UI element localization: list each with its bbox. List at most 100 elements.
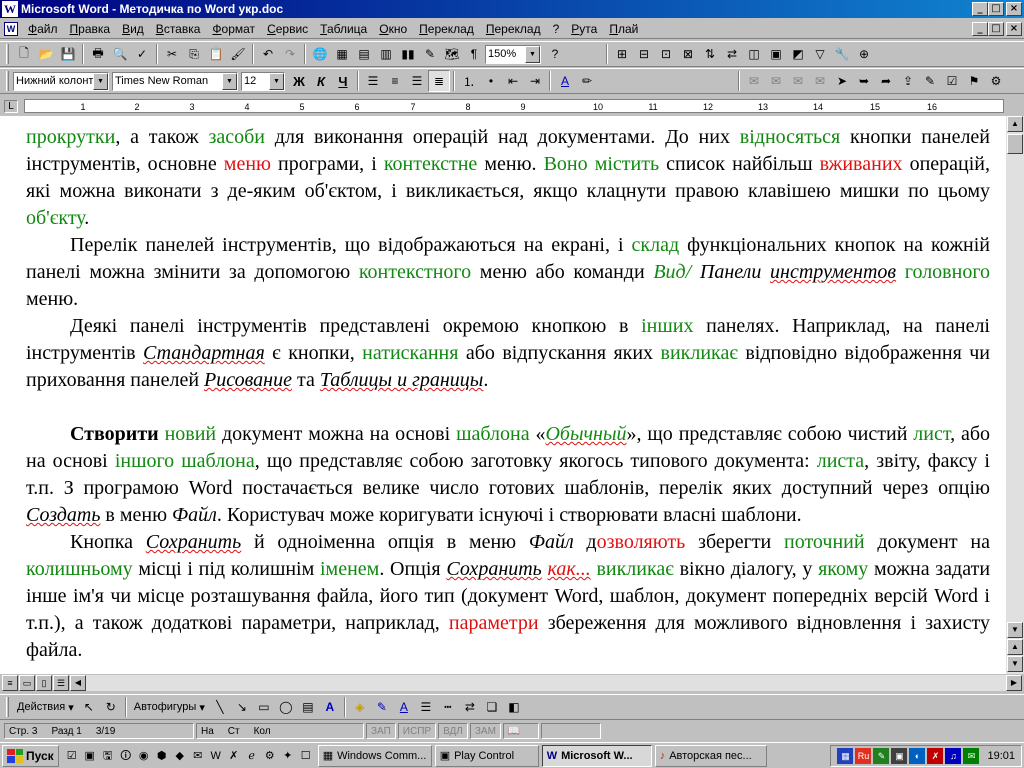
word-app-icon[interactable]: W — [2, 1, 18, 17]
checkbox-icon[interactable]: ☑ — [941, 70, 963, 92]
print-preview-icon[interactable]: 🔍 — [109, 43, 131, 65]
web-view-icon[interactable]: ▭ — [19, 675, 35, 691]
toolbar-format-extra-icon-8[interactable]: ⇪ — [897, 70, 919, 92]
fill-color-icon[interactable]: ◈ — [349, 696, 371, 718]
tray-icon[interactable]: ✗ — [927, 748, 944, 764]
menu-ruta[interactable]: Рута — [565, 22, 603, 36]
minimize-button[interactable]: _ — [972, 2, 988, 16]
line-color-icon[interactable]: ✎ — [371, 696, 393, 718]
spelling-icon[interactable]: ✓ — [131, 43, 153, 65]
tray-icon[interactable]: ▣ — [891, 748, 908, 764]
close-button[interactable]: × — [1006, 2, 1022, 16]
status-mode-rec[interactable]: ЗАП — [366, 723, 396, 739]
toolbar-format-extra-icon-7[interactable]: ➦ — [875, 70, 897, 92]
spelling-status-icon[interactable]: 📖 — [502, 723, 539, 739]
doc-close-button[interactable]: × — [1006, 22, 1022, 36]
open-folder-icon[interactable]: 📂 — [35, 43, 57, 65]
toolbar-format-extra-icon-4[interactable]: ✉ — [809, 70, 831, 92]
toolbar-format-extra-icon-2[interactable]: ✉ — [765, 70, 787, 92]
document-icon[interactable]: W — [4, 21, 18, 36]
start-button[interactable]: Пуск — [2, 744, 59, 767]
3d-icon[interactable]: ◧ — [503, 696, 525, 718]
line-style-icon[interactable]: ☰ — [415, 696, 437, 718]
task-windows-commander[interactable]: ▦ Windows Comm... — [317, 744, 432, 767]
font-select[interactable]: Times New Roman ▼ — [112, 71, 238, 91]
scroll-down-icon[interactable]: ▼ — [1007, 622, 1023, 638]
toolbar-extra-icon-10[interactable]: ▽ — [809, 43, 831, 65]
quicklaunch-icon[interactable]: ☐ — [297, 747, 315, 765]
toolbar-format-extra-icon-3[interactable]: ✉ — [787, 70, 809, 92]
toolbar-extra-icon-2[interactable]: ⊟ — [633, 43, 655, 65]
menu-play[interactable]: Плай — [603, 22, 644, 36]
menu-translate-2[interactable]: Переклад — [480, 22, 547, 36]
task-microsoft-word[interactable]: W Microsoft W... — [541, 744, 652, 767]
menu-insert[interactable]: Вставка — [150, 22, 207, 36]
tray-icon[interactable]: ◐ — [909, 748, 926, 764]
horizontal-scrollbar[interactable] — [86, 675, 1006, 691]
decrease-indent-icon[interactable]: ⇤ — [502, 70, 524, 92]
align-right-icon[interactable]: ☰ — [406, 70, 428, 92]
actions-menu[interactable]: Действия ▾ — [13, 701, 78, 714]
ruler[interactable]: L 1 2 3 4 5 6 7 8 9 10 11 12 13 14 15 16 — [0, 96, 1024, 116]
justify-icon[interactable]: ≣ — [428, 70, 450, 92]
task-author-song[interactable]: ♪ Авторская пес... — [654, 744, 767, 767]
status-mode-ext[interactable]: ВДЛ — [438, 723, 468, 739]
cut-icon[interactable]: ✂ — [161, 43, 183, 65]
menu-format[interactable]: Формат — [206, 22, 261, 36]
maximize-button[interactable]: □ — [988, 2, 1004, 16]
toolbar-extra-icon-3[interactable]: ⊡ — [655, 43, 677, 65]
menu-view[interactable]: Вид — [116, 22, 150, 36]
menu-edit[interactable]: Правка — [64, 22, 117, 36]
tray-icon[interactable]: ✎ — [873, 748, 890, 764]
toolbar-grip[interactable] — [6, 44, 9, 64]
toolbar-extra-icon-11[interactable]: ⊕ — [853, 43, 875, 65]
tray-icon[interactable]: ✉ — [963, 748, 980, 764]
highlight-icon[interactable]: ✏ — [576, 70, 598, 92]
menu-help[interactable]: ? — [547, 22, 566, 36]
quicklaunch-icon[interactable]: ℯ — [243, 747, 261, 765]
select-objects-icon[interactable]: ↖ — [78, 696, 100, 718]
quicklaunch-icon[interactable]: ◆ — [171, 747, 189, 765]
toolbar-extra-icon-9[interactable]: ◩ — [787, 43, 809, 65]
zoom-select[interactable]: 150% ▼ — [485, 44, 541, 64]
toolbar-format-extra-icon-6[interactable]: ➥ — [853, 70, 875, 92]
toolbar-extra-icon-4[interactable]: ⊠ — [677, 43, 699, 65]
undo-icon[interactable]: ↶ — [257, 43, 279, 65]
underline-button[interactable]: Ч — [332, 70, 354, 92]
italic-button[interactable]: К — [310, 70, 332, 92]
quicklaunch-icon[interactable]: ✉ — [189, 747, 207, 765]
task-play-control[interactable]: ▣ Play Control — [434, 744, 539, 767]
menu-window[interactable]: Окно — [373, 22, 413, 36]
outline-view-icon[interactable]: ☰ — [53, 675, 69, 691]
rectangle-icon[interactable]: ▭ — [253, 696, 275, 718]
toolbar-format-extra-icon-11[interactable]: ⚙ — [985, 70, 1007, 92]
help-icon[interactable]: ? — [544, 43, 566, 65]
quicklaunch-icon[interactable]: ▣ — [81, 747, 99, 765]
document-page[interactable]: прокрутки, а також засоби для виконання … — [26, 124, 990, 664]
quicklaunch-icon[interactable]: ✦ — [279, 747, 297, 765]
copy-icon[interactable]: ⎘ — [183, 43, 205, 65]
doc-restore-button[interactable]: □ — [988, 22, 1004, 36]
quicklaunch-icon[interactable]: ⚙ — [261, 747, 279, 765]
tab-selector[interactable]: L — [4, 100, 18, 113]
print-icon[interactable]: 🖶 — [87, 43, 109, 65]
show-hide-icon[interactable]: ¶ — [463, 43, 485, 65]
page-view-icon[interactable]: ▯ — [36, 675, 52, 691]
arrow-style-icon[interactable]: ⇄ — [459, 696, 481, 718]
quicklaunch-icon[interactable]: 🖫 — [99, 747, 117, 765]
numbering-icon[interactable]: ⒈ — [458, 70, 480, 92]
new-document-icon[interactable]: 🗋 — [13, 43, 35, 65]
hyperlink-icon[interactable]: 🌐 — [309, 43, 331, 65]
menu-translate-1[interactable]: Переклад — [413, 22, 480, 36]
ruler-strip[interactable] — [24, 99, 1004, 113]
vertical-scrollbar[interactable]: ▲ ▼ ▲ ▼ — [1006, 116, 1024, 674]
next-page-icon[interactable]: ▼ — [1007, 656, 1023, 672]
menu-file[interactable]: Файл — [22, 22, 64, 36]
toolbar-extra-icon-8[interactable]: ▣ — [765, 43, 787, 65]
menu-table[interactable]: Таблица — [314, 22, 373, 36]
font-size-select[interactable]: 12 ▼ — [241, 71, 285, 91]
font-color-icon[interactable]: A — [393, 696, 415, 718]
quicklaunch-icon[interactable]: ✗ — [225, 747, 243, 765]
scroll-left-icon[interactable]: ◀ — [70, 675, 86, 691]
toolbar-format-extra-icon-1[interactable]: ✉ — [743, 70, 765, 92]
